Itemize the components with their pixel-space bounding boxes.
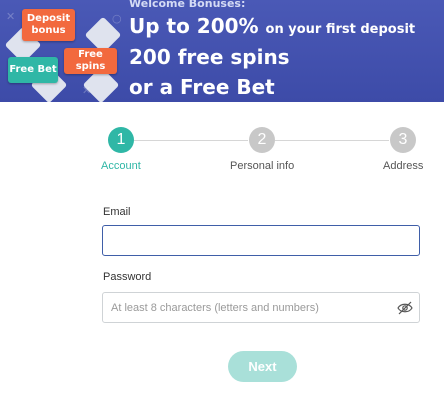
headline-line-3: or a Free Bet <box>129 75 275 99</box>
free-bet-tag: Free Bet <box>8 57 58 83</box>
headline-percentage: Up to 200% <box>129 14 259 38</box>
step-3-label: Address <box>383 160 424 172</box>
step-3-circle: 3 <box>390 127 416 153</box>
next-button[interactable]: Next <box>228 351 297 382</box>
password-placeholder: At least 8 characters (letters and numbe… <box>111 302 319 314</box>
step-connector <box>275 140 389 141</box>
email-field[interactable] <box>102 225 420 256</box>
password-field[interactable]: At least 8 characters (letters and numbe… <box>102 292 420 323</box>
step-2-circle: 2 <box>249 127 275 153</box>
deposit-bonus-tag: Deposit bonus <box>22 9 75 41</box>
headline-line-1: Up to 200% on your first deposit <box>129 14 415 38</box>
step-2-label: Personal info <box>230 160 295 172</box>
password-label: Password <box>103 271 152 283</box>
step-1-circle: 1 <box>108 127 134 153</box>
headline-line-2: 200 free spins <box>129 45 290 69</box>
sparkle-icon: ○ <box>112 12 122 25</box>
sparkle-icon: ✕ <box>6 10 16 23</box>
sparkle-icon: ✕ <box>82 84 92 97</box>
free-spins-tag: Free spins <box>64 48 117 74</box>
email-label: Email <box>103 206 131 218</box>
welcome-banner: ✕ ✕ ○ Deposit bonus Free Bet Free spins … <box>0 0 444 102</box>
step-1-label: Account <box>101 160 141 172</box>
welcome-heading: Welcome Bonuses: <box>129 0 246 10</box>
registration-stepper: 1 2 3 Account Personal info Address <box>0 127 444 177</box>
headline-deposit-text: on your first deposit <box>265 22 416 37</box>
step-connector <box>134 140 248 141</box>
toggle-visibility-icon[interactable] <box>397 301 413 315</box>
